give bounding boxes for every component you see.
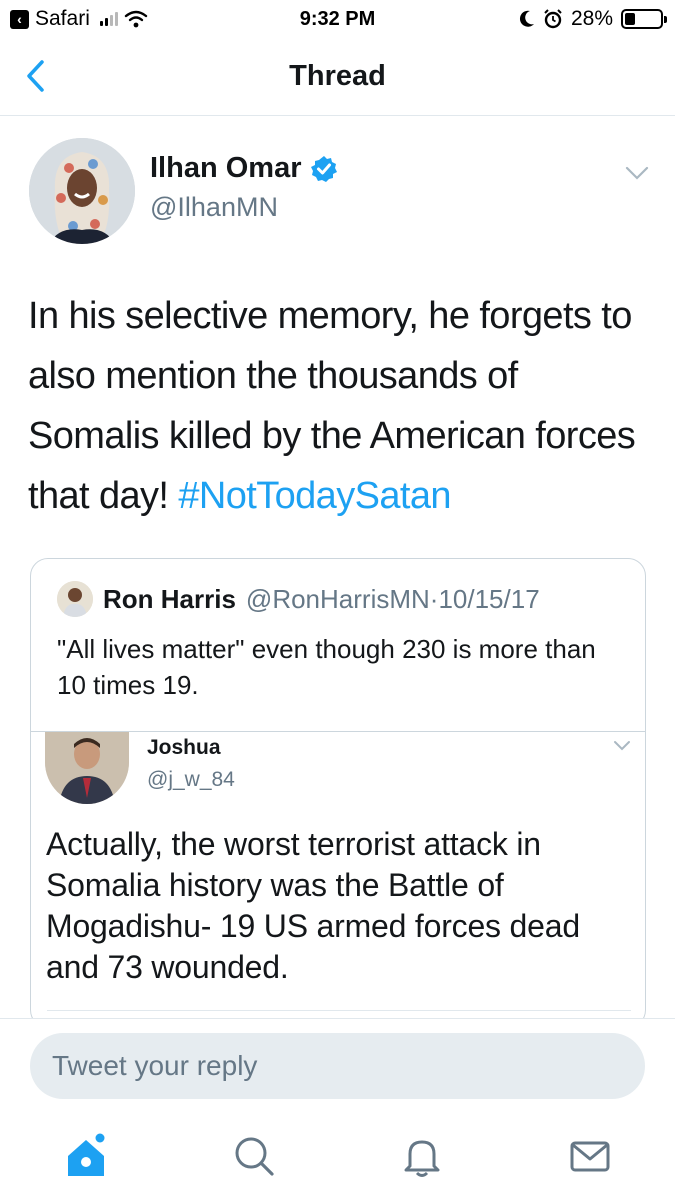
status-right: 28%	[519, 7, 667, 31]
home-icon[interactable]	[62, 1132, 110, 1180]
moon-icon	[519, 10, 534, 27]
quoted-author-handle: @RonHarrisMN	[245, 583, 430, 614]
quoted-tweet-text: "All lives matter" even though 230 is mo…	[57, 634, 596, 700]
search-icon[interactable]	[230, 1132, 278, 1180]
quoted-author-avatar	[57, 581, 93, 617]
author-avatar[interactable]	[29, 138, 135, 244]
tweet-text: In his selective memory, he forgets to a…	[28, 286, 648, 526]
page-title: Thread	[289, 60, 386, 92]
author-name[interactable]: Ilhan Omar	[150, 152, 338, 185]
inner-tweet-text: Actually, the worst terrorist attack in …	[46, 826, 580, 985]
inner-author-handle: @j_w_84	[147, 768, 235, 791]
author-handle[interactable]: @IlhanMN	[150, 192, 278, 223]
verified-badge-icon	[310, 155, 337, 182]
status-bar: ‹ Safari 9:32 PM 28%	[0, 0, 675, 40]
hashtag-link[interactable]: #NotTodaySatan	[178, 475, 451, 517]
joshua-avatar	[45, 732, 129, 804]
quoted-separator: ·	[429, 583, 439, 614]
author-name-text[interactable]: Ilhan Omar	[150, 152, 302, 185]
quoted-tweet-card[interactable]: Ron Harris @RonHarrisMN · 10/15/17 "All …	[30, 558, 646, 1028]
nav-bar: Thread	[0, 40, 675, 116]
chevron-down-icon[interactable]	[624, 164, 650, 182]
quoted-author-name: Ron Harris	[103, 583, 236, 614]
battery-icon	[621, 9, 667, 29]
tab-bar	[0, 1118, 675, 1200]
battery-fill	[625, 13, 635, 25]
quoted-date: 10/15/17	[438, 583, 540, 614]
inner-chevron-down-icon	[614, 741, 630, 751]
inner-divider	[47, 1010, 631, 1011]
inner-author-name: Joshua	[147, 736, 221, 759]
battery-percent: 28%	[570, 7, 613, 30]
reply-bar	[0, 1018, 675, 1118]
bell-icon[interactable]	[398, 1132, 446, 1180]
quoted-tweet-header: Ron Harris @RonHarrisMN · 10/15/17	[57, 581, 540, 617]
mail-icon[interactable]	[566, 1132, 614, 1180]
alarm-icon	[544, 9, 562, 29]
reply-input[interactable]	[30, 1033, 645, 1099]
embedded-screenshot: Joshua @j_w_84 Actually, the worst terro…	[31, 731, 645, 1027]
